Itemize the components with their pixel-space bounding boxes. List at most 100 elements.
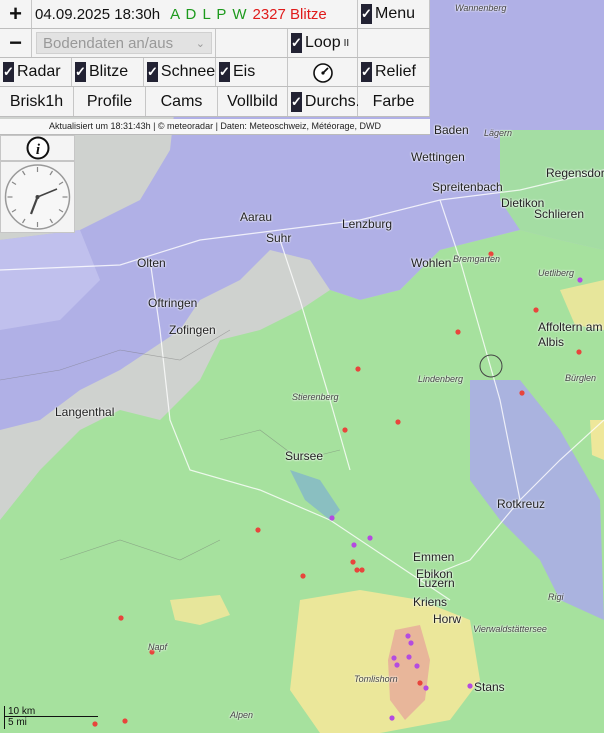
map-place-label: Uetliberg [538,268,575,278]
loop-label: Loop [305,34,341,51]
scale-km: 10 km [4,706,98,717]
lightning-strike-marker [406,654,412,660]
map-place-label: Stans [474,680,505,694]
map-place-label: Luzern [418,576,455,590]
toggle-label: Schnee [160,63,216,80]
lightning-strike-marker [394,662,400,668]
toggle-label: Radar [17,63,61,80]
checkbox-checked-icon: ✓ [291,33,302,53]
lightning-strike-marker [355,366,361,372]
checkbox-checked-icon: ✓ [147,62,158,82]
map-place-label: Bürglen [565,373,597,383]
control-panel: + 04.09.2025 18:30h A D L P W 2327 Blitz… [0,0,430,117]
lightning-strike-marker [408,640,414,646]
map-scale: 10 km 5 mi [4,706,98,729]
lightning-strike-marker [414,663,420,669]
cams-button[interactable]: Cams [146,87,218,116]
toggle-label: Eis [233,63,256,80]
menu-label: Menu [375,5,416,22]
lightning-strike-marker [417,680,423,686]
map-place-label: Lägern [484,128,513,138]
map-place-label: Alpen [230,710,254,720]
toggle-relief[interactable]: ✓ Relief [358,58,430,86]
empty-cell [358,29,430,57]
checkbox-checked-icon: ✓ [219,62,230,82]
empty-cell [216,29,288,57]
zoom-in-button[interactable]: + [0,0,32,28]
data-sources-label: A D L P W [170,5,248,23]
lightning-strike-marker [367,535,373,541]
toggle-ice[interactable]: ✓ Eis [216,58,288,86]
profile-button[interactable]: Profile [74,87,146,116]
lightning-strike-marker [423,685,429,691]
lightning-strike-marker [395,419,401,425]
transparency-label: Durchs. [304,92,361,110]
map-place-label: Emmen [413,550,455,564]
chevron-down-icon: ⌄ [195,37,205,50]
lightning-strike-marker [455,329,461,335]
map-place-label: Langenthal [55,405,115,419]
zoom-out-button[interactable]: − [0,29,32,57]
map-place-label: Lenzburg [342,217,393,231]
datetime-label: 04.09.2025 18:30h [35,5,161,23]
menu-button[interactable]: ✓ Menu [358,0,430,28]
lightning-strike-marker [577,277,583,283]
map-place-label: Tomlishorn [354,674,398,684]
lightning-strike-marker [405,633,411,639]
loop-button[interactable]: ✓ Loop II [288,29,358,57]
lightning-strike-marker [389,715,395,721]
lightning-strike-marker [351,542,357,548]
clock-widget [0,161,75,233]
checkbox-checked-icon: ✓ [361,4,372,24]
lightning-strike-marker [122,718,128,724]
map-place-label: Regensdorf [546,166,604,180]
ground-data-label: Bodendaten an/aus [43,34,174,52]
map-place-label: Spreitenbach [432,180,503,194]
ground-data-select[interactable]: Bodendaten an/aus ⌄ [36,32,212,54]
lightning-count-label: 2327 Blitze [252,5,327,23]
pause-icon: II [343,37,350,49]
map-place-label: Horw [433,612,462,626]
lightning-strike-marker [354,567,360,573]
lightning-strike-marker [533,307,539,313]
speed-button[interactable] [288,58,358,86]
checkbox-checked-icon: ✓ [75,62,86,82]
map-place-label: Vierwaldstättersee [473,624,547,634]
map-place-label: Kriens [413,595,448,609]
map-place-label: Zofingen [169,323,216,337]
checkbox-checked-icon: ✓ [3,62,14,82]
map-place-label: Rotkreuz [497,497,546,511]
checkbox-checked-icon: ✓ [291,91,302,112]
info-button[interactable]: i [0,135,75,161]
lightning-strike-marker [342,427,348,433]
info-icon: i [26,136,49,160]
fullscreen-button[interactable]: Vollbild [218,87,288,116]
toggle-radar[interactable]: ✓ Radar [0,58,72,86]
lightning-strike-marker [350,559,356,565]
map-place-label: Napf [148,642,168,652]
scale-mi: 5 mi [4,717,52,729]
speedometer-icon [312,63,333,83]
map-place-label: Oftringen [148,296,198,310]
map-place-label: Wettingen [411,150,465,164]
lightning-strike-marker [118,615,124,621]
checkbox-checked-icon: ✓ [361,62,372,82]
toggle-label: Blitze [89,63,129,80]
map-place-label: Baden [434,123,469,137]
brisk-button[interactable]: Brisk1h [0,87,74,116]
toggle-snow[interactable]: ✓ Schnee [144,58,216,86]
map-place-label: Olten [137,256,166,270]
map-place-label: Suhr [266,231,292,245]
color-button[interactable]: Farbe [358,87,430,116]
clock-icon [4,164,71,230]
transparency-button[interactable]: ✓ Durchs. [288,87,361,116]
ground-data-cell: Bodendaten an/aus ⌄ [32,29,216,57]
map-place-label: Wannenberg [455,3,507,13]
map-place-label: Albis [538,335,565,349]
toggle-lightning[interactable]: ✓ Blitze [72,58,144,86]
lightning-strike-marker [576,349,582,355]
map-place-label: Lindenberg [418,374,464,384]
lightning-strike-marker [359,567,365,573]
map-place-label: Bremgarten [453,254,501,264]
lightning-strike-marker [391,655,397,661]
